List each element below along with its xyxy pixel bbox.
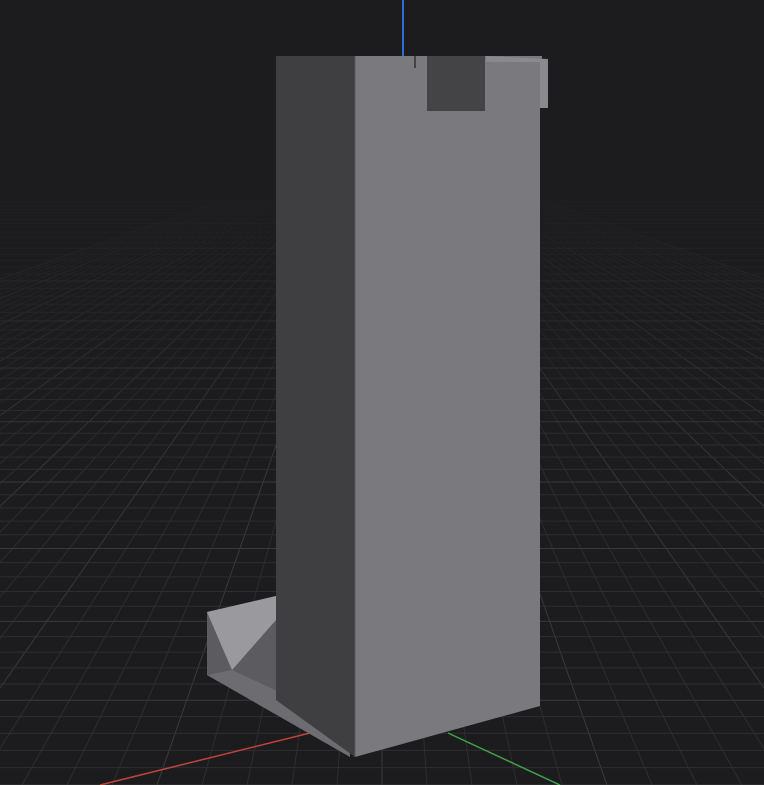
model-tower-front-face xyxy=(355,56,542,757)
model-top-slit xyxy=(414,56,416,68)
viewport-canvas[interactable] xyxy=(0,0,764,785)
model-top-notch xyxy=(427,56,485,111)
3d-viewport[interactable] xyxy=(0,0,764,785)
model-tower-left-face xyxy=(276,56,355,757)
